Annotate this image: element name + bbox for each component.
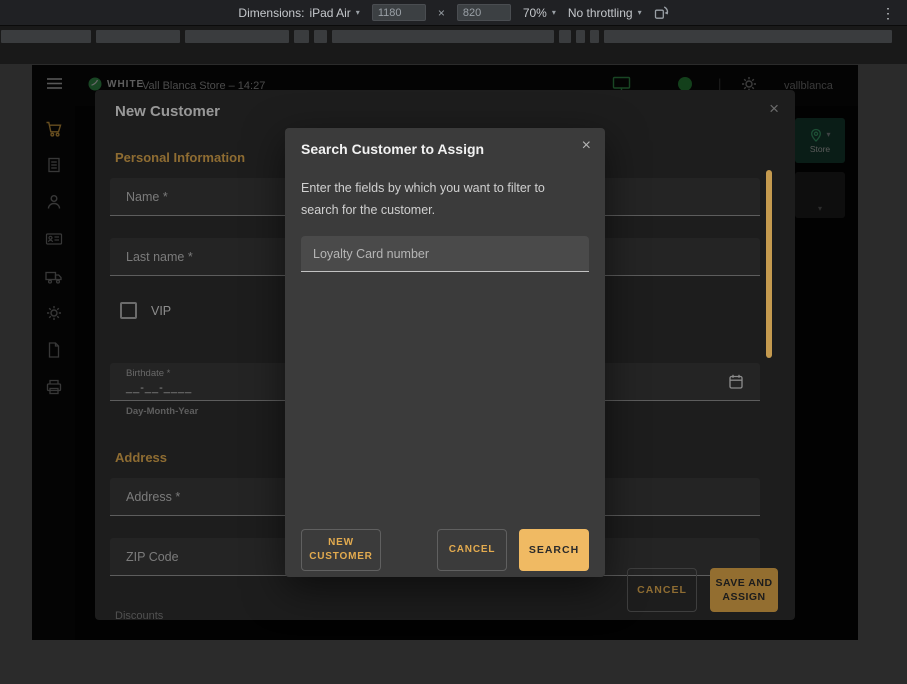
- zoom-selector[interactable]: 70% ▾: [523, 6, 556, 20]
- tab-strip-segment: [559, 30, 571, 43]
- modal-title: Search Customer to Assign: [301, 141, 484, 157]
- tab-strip-segment: [96, 30, 180, 43]
- throttling-selector[interactable]: No throttling ▾: [568, 6, 642, 20]
- tab-strip-segment: [1, 30, 91, 43]
- chevron-down-icon: ▾: [356, 9, 360, 17]
- devtools-menu-button[interactable]: ⋮: [881, 0, 895, 26]
- dimensions-times: ×: [438, 6, 445, 20]
- cancel-button[interactable]: CANCEL: [437, 529, 507, 571]
- loyalty-card-input[interactable]: [301, 236, 589, 272]
- throttling-value: No throttling: [568, 6, 633, 20]
- dimensions-label: Dimensions:: [238, 6, 304, 20]
- rotate-device-icon: [654, 5, 669, 20]
- tab-strip-segment: [604, 30, 892, 43]
- tab-strip-segment: [590, 30, 599, 43]
- chevron-down-icon: ▾: [552, 9, 556, 17]
- search-customer-modal: Search Customer to Assign × Enter the fi…: [285, 128, 605, 577]
- screen: Dimensions: iPad Air ▾ × 70% ▾ No thrott…: [0, 0, 907, 684]
- viewport-width-input[interactable]: [372, 4, 426, 21]
- search-button[interactable]: SEARCH: [519, 529, 589, 571]
- zoom-value: 70%: [523, 6, 547, 20]
- rotate-device-button[interactable]: [654, 5, 669, 20]
- device-selector[interactable]: Dimensions: iPad Air ▾: [238, 6, 359, 20]
- viewport-height-input[interactable]: [457, 4, 511, 21]
- device-viewport: WHITE Vall Blanca Store – 14:27 | vallbl…: [32, 65, 858, 640]
- devtools-toolbar: Dimensions: iPad Air ▾ × 70% ▾ No thrott…: [0, 0, 907, 26]
- top-band: [0, 26, 907, 64]
- collapsed-tab-strip: [1, 30, 892, 43]
- new-customer-button[interactable]: NEW CUSTOMER: [301, 529, 381, 571]
- device-name: iPad Air: [309, 6, 350, 20]
- tab-strip-segment: [332, 30, 554, 43]
- tab-strip-segment: [314, 30, 327, 43]
- chevron-down-icon: ▾: [638, 9, 642, 17]
- tab-strip-segment: [185, 30, 289, 43]
- modal-right-actions: CANCEL SEARCH: [437, 529, 589, 571]
- modal-description: Enter the fields by which you want to fi…: [301, 178, 579, 222]
- close-icon[interactable]: ×: [582, 137, 591, 155]
- tab-strip-segment: [576, 30, 585, 43]
- modal-actions: NEW CUSTOMER CANCEL SEARCH: [301, 529, 589, 571]
- dialog-scrollbar-thumb[interactable]: [766, 170, 772, 358]
- tab-strip-segment: [294, 30, 309, 43]
